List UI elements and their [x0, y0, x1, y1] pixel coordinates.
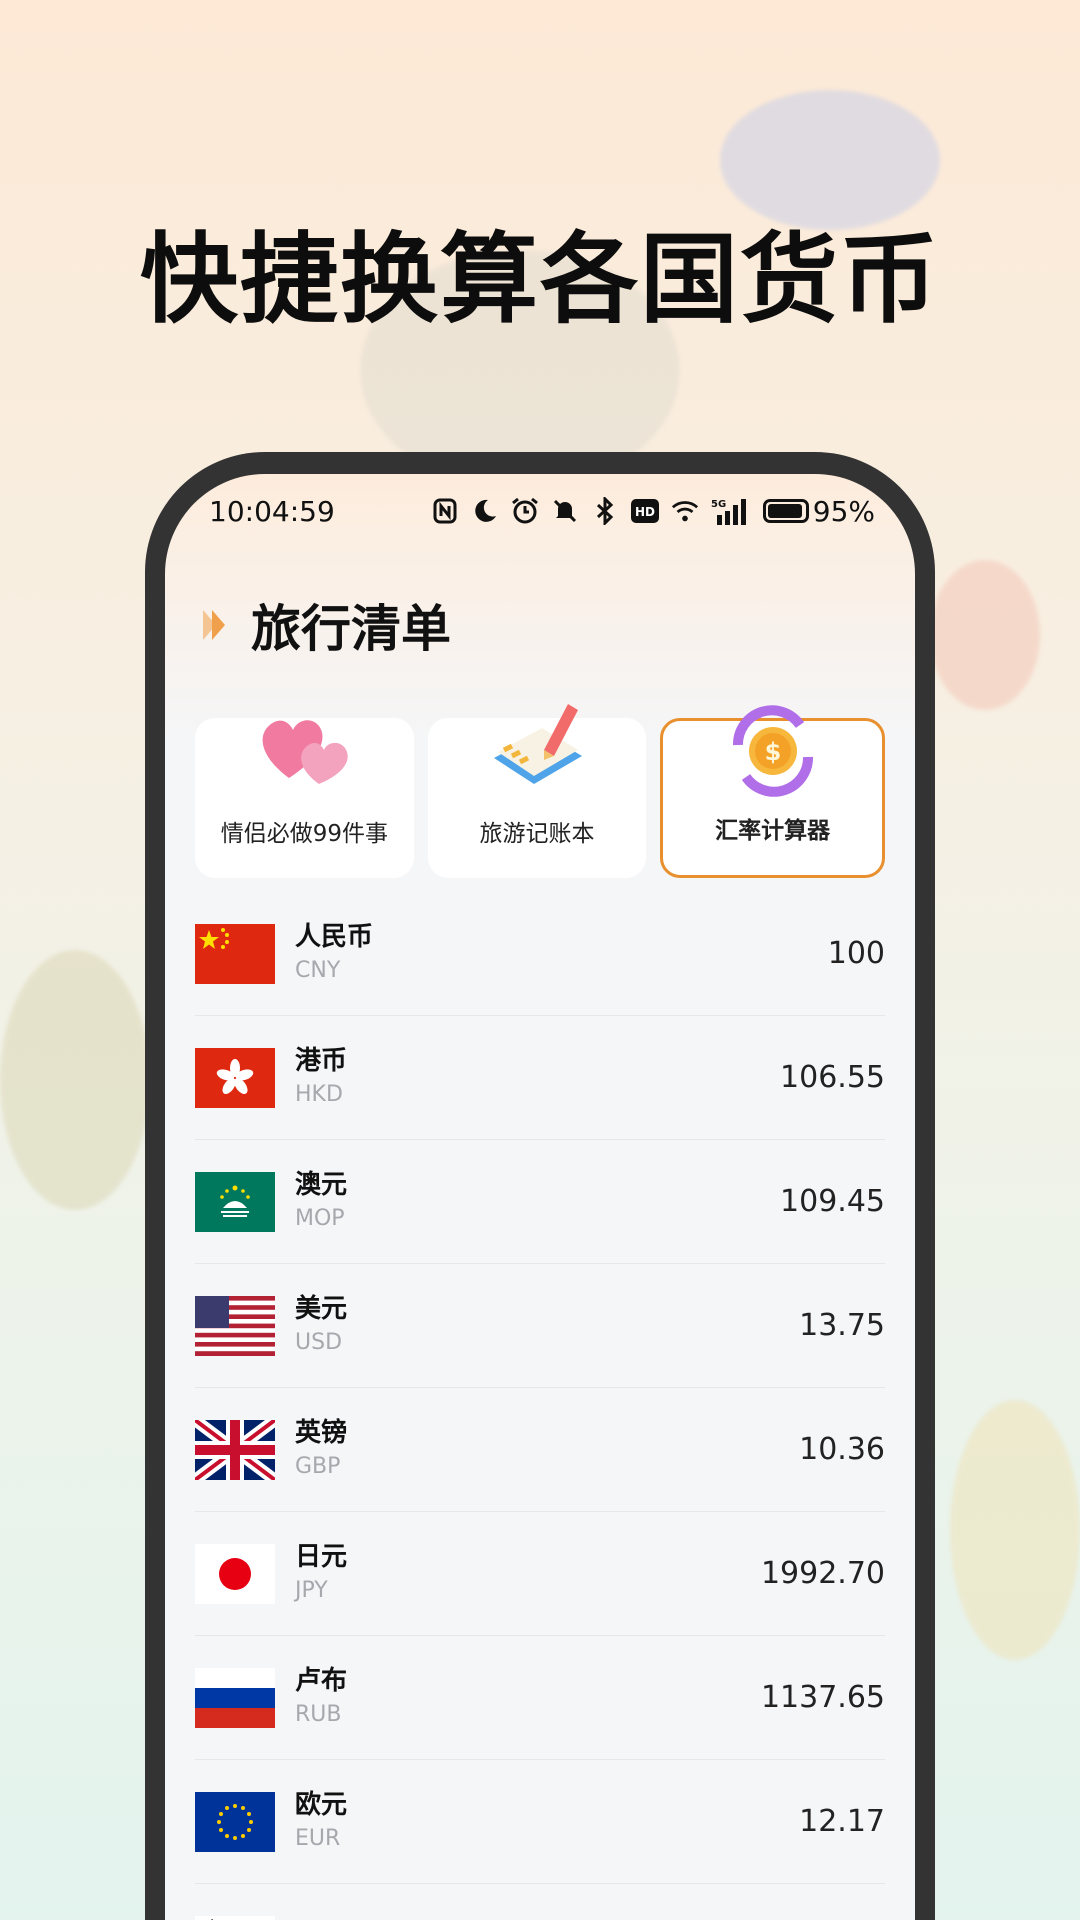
alarm-icon	[511, 497, 539, 525]
background-photo-decoration	[950, 1400, 1080, 1660]
macau-flag-icon	[195, 1171, 275, 1232]
hongkong-flag-icon	[195, 1047, 275, 1108]
currency-row-eur[interactable]: 欧元 EUR 12.17	[195, 1760, 885, 1884]
currency-code: HKD	[295, 1081, 343, 1107]
moon-icon	[471, 497, 499, 525]
signal-label: 5G	[711, 499, 726, 510]
card-label: 汇率计算器	[715, 818, 831, 844]
currency-amount[interactable]: 12.17	[799, 1804, 885, 1839]
uk-flag-icon	[195, 1419, 275, 1480]
phone-frame: 10:04:59 HD 5G 95% 旅行清单 情侣必做99件事 旅游记账本 $…	[145, 452, 935, 1920]
promo-headline: 快捷换算各国货币	[139, 223, 940, 337]
hd-icon: HD	[630, 497, 659, 525]
status-icons: HD 5G 95%	[431, 495, 875, 528]
bluetooth-icon	[591, 497, 619, 525]
china-flag-icon	[195, 923, 275, 984]
currency-code: MOP	[295, 1205, 345, 1231]
currency-name: 日元	[295, 1541, 348, 1572]
currency-amount[interactable]: 106.55	[780, 1060, 885, 1095]
currency-name: 美元	[295, 1293, 348, 1324]
status-time: 10:04:59	[209, 494, 335, 528]
currency-amount[interactable]: 1137.65	[761, 1680, 885, 1715]
currency-row-usd[interactable]: 美元 USD 13.75	[195, 1264, 885, 1388]
currency-row-mop[interactable]: 澳元 MOP 109.45	[195, 1140, 885, 1264]
korea-flag-icon	[195, 1915, 275, 1920]
currency-list: 人民币 CNY 100 港币 HKD 106.55 澳元 MOP 109.45 …	[165, 892, 915, 1920]
currency-amount[interactable]: 10.36	[799, 1432, 885, 1467]
currency-row-cny[interactable]: 人民币 CNY 100	[195, 892, 885, 1016]
card-label: 旅游记账本	[479, 821, 595, 847]
currency-code: RUB	[295, 1701, 342, 1727]
currency-exchange-icon: $	[732, 705, 813, 797]
currency-row-gbp[interactable]: 英镑 GBP 10.36	[195, 1388, 885, 1512]
currency-amount[interactable]: 109.45	[780, 1184, 885, 1219]
notebook-pencil-icon	[494, 704, 582, 784]
background-notebook-decoration	[0, 950, 150, 1210]
currency-row-rub[interactable]: 卢布 RUB 1137.65	[195, 1636, 885, 1760]
background-pin-decoration	[930, 560, 1040, 710]
currency-name: 卢布	[295, 1665, 348, 1696]
currency-name: 澳元	[295, 1169, 348, 1200]
currency-row-hkd[interactable]: 港币 HKD 106.55	[195, 1016, 885, 1140]
eu-flag-icon	[195, 1791, 275, 1852]
currency-amount[interactable]: 1992.70	[761, 1556, 885, 1591]
feature-cards: 情侣必做99件事 旅游记账本 $ 汇率计算器	[165, 704, 915, 878]
hd-label: HD	[635, 505, 655, 519]
russia-flag-icon	[195, 1667, 275, 1728]
signal-5g-icon: 5G	[711, 497, 751, 525]
currency-code: GBP	[295, 1453, 341, 1479]
currency-name: 英镑	[295, 1417, 348, 1448]
hearts-icon	[262, 720, 349, 784]
currency-amount[interactable]: 100	[828, 936, 885, 971]
usa-flag-icon	[195, 1295, 275, 1356]
nfc-icon	[431, 497, 459, 525]
currency-code: EUR	[295, 1825, 341, 1851]
card-travel-ledger[interactable]: 旅游记账本	[427, 704, 647, 878]
currency-code: CNY	[295, 957, 341, 983]
currency-amount[interactable]: 13.75	[799, 1308, 885, 1343]
currency-row-jpy[interactable]: 日元 JPY 1992.70	[195, 1512, 885, 1636]
currency-row-krw[interactable]: 韩元	[195, 1884, 885, 1920]
currency-name: 港币	[295, 1045, 348, 1076]
currency-code: JPY	[295, 1577, 328, 1603]
currency-name: 人民币	[295, 921, 374, 952]
currency-code: USD	[295, 1329, 343, 1355]
battery-percent: 95%	[812, 494, 875, 528]
card-couple-99-things[interactable]: 情侣必做99件事	[195, 718, 414, 878]
app-screen: 10:04:59 HD 5G 95% 旅行清单 情侣必做99件事 旅游记账本 $…	[165, 474, 915, 1920]
page-header: 旅行清单	[165, 548, 915, 668]
card-exchange-calculator[interactable]: $ 汇率计算器	[660, 705, 886, 878]
card-label: 情侣必做99件事	[220, 821, 388, 847]
page-title: 旅行清单	[251, 600, 451, 658]
mute-icon	[551, 497, 579, 525]
japan-flag-icon	[195, 1543, 275, 1604]
svg-text:$: $	[764, 738, 781, 766]
wifi-icon	[671, 497, 699, 525]
double-arrow-icon	[203, 610, 229, 640]
status-bar: 10:04:59 HD 5G 95%	[165, 474, 915, 548]
currency-name: 欧元	[295, 1789, 348, 1820]
battery-icon: 95%	[762, 494, 875, 528]
